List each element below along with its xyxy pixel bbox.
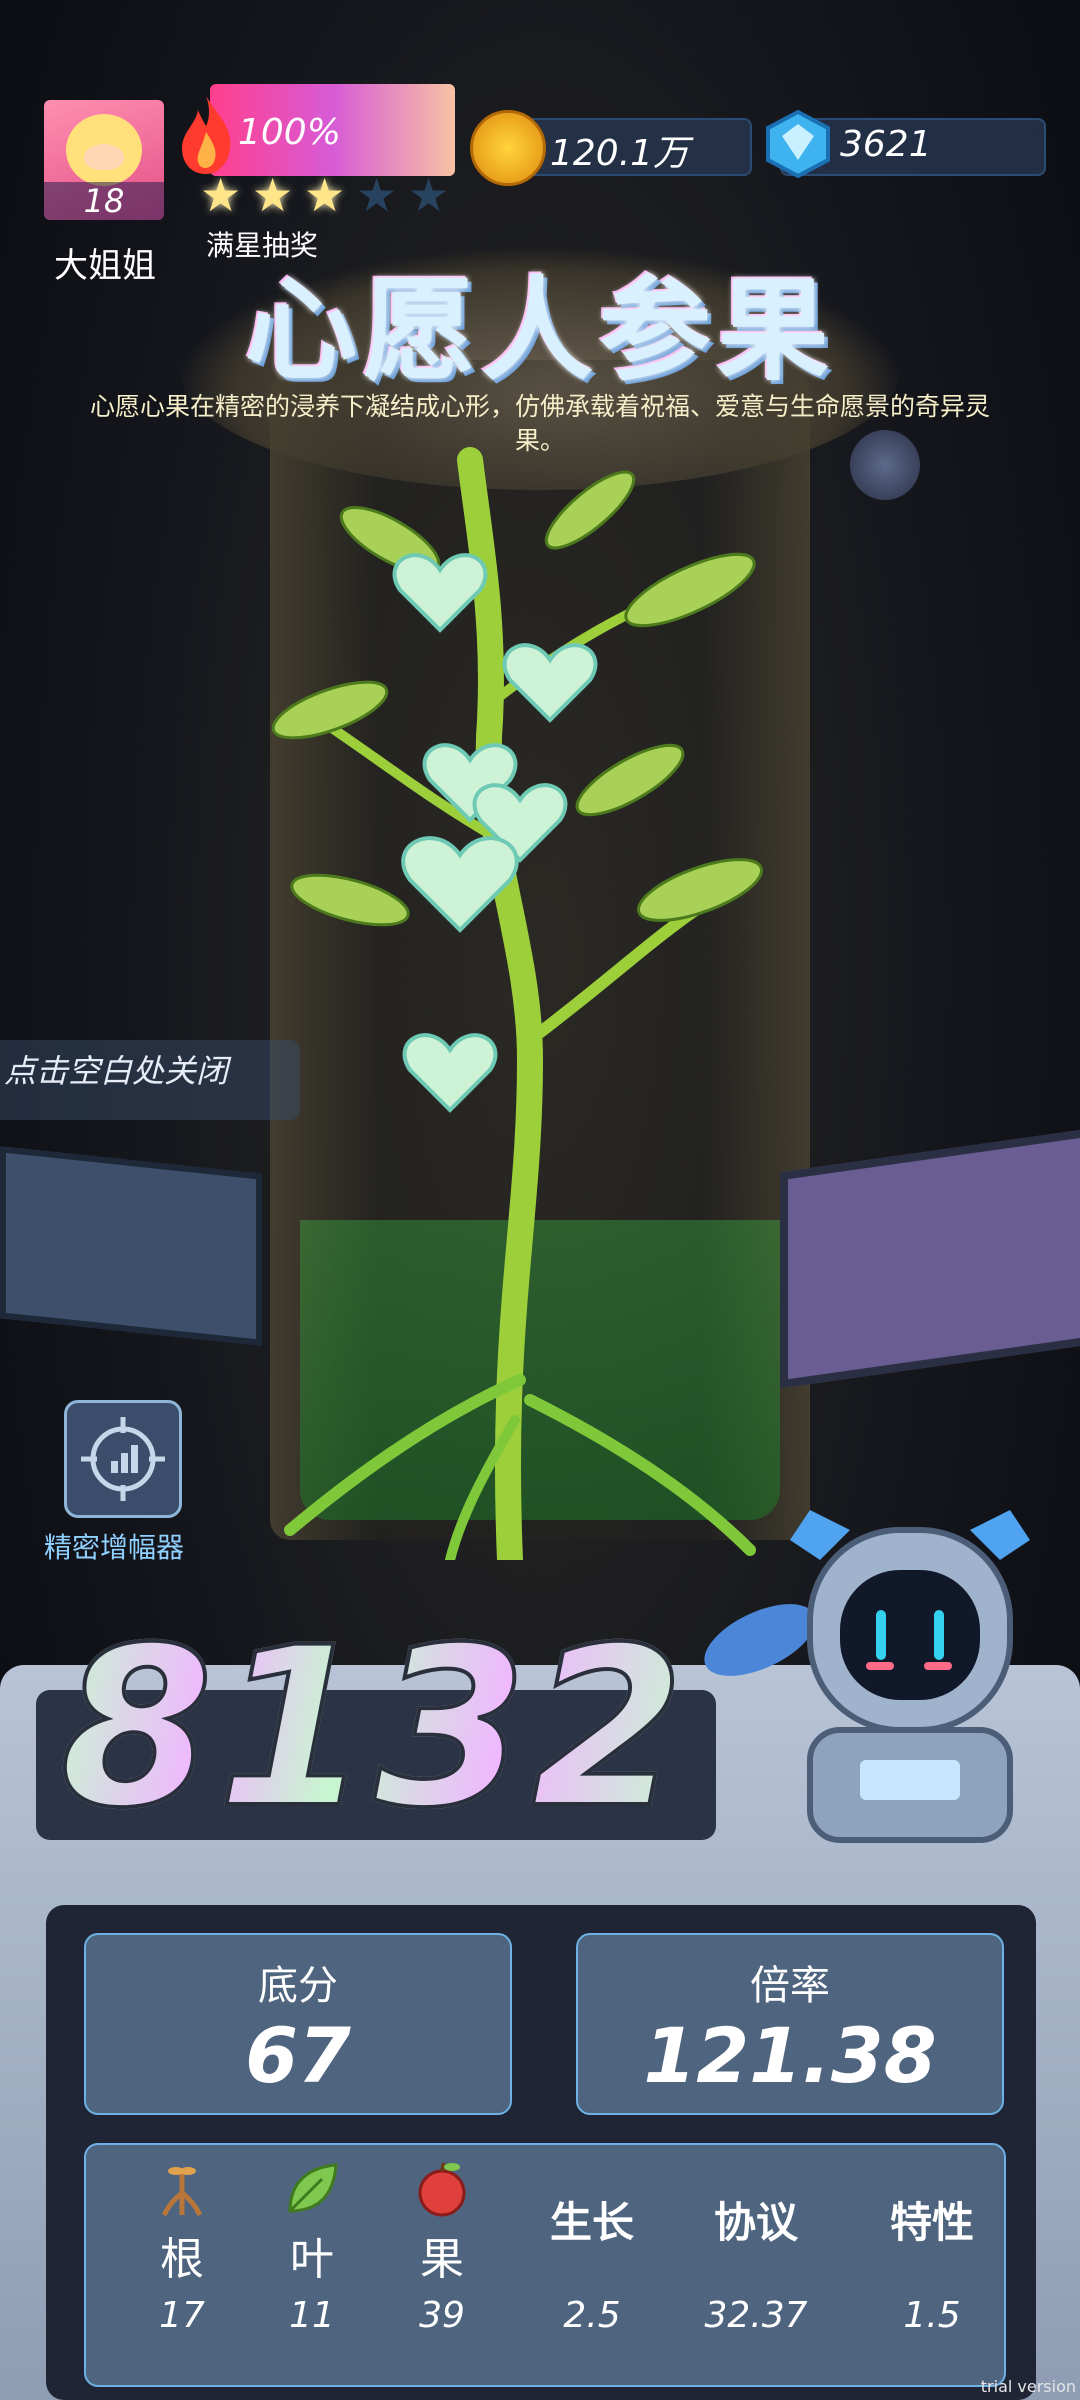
close-hint-text: 点击空白处关闭 (4, 1052, 229, 1090)
attribute-label: 根 (160, 2234, 204, 2285)
player-avatar[interactable]: 18 (44, 100, 164, 220)
star-icon: ★ (200, 168, 242, 222)
item-description: 心愿心果在精密的浸养下凝结成心形，仿佛承载着祝福、爱意与生命愿景的奇异灵果。 (90, 392, 991, 455)
total-score: 8132 (58, 1598, 689, 1858)
right-monitor (780, 1127, 1080, 1389)
base-score-box: 底分 67 (84, 1933, 512, 2115)
star-empty-icon: ★ (356, 168, 398, 222)
attribute-label: 叶 (290, 2234, 334, 2285)
star-icon: ★ (304, 168, 346, 222)
attribute-value: 32.37 (704, 2295, 808, 2336)
star-rating: ★ ★ ★ ★ ★ (200, 172, 454, 222)
multiplier-box: 倍率 121.38 (576, 1933, 1004, 2115)
crosshair-chart-icon (81, 1417, 165, 1501)
precision-amplifier-label: 精密增幅器 (44, 1531, 185, 1564)
player-level: 18 (44, 182, 164, 220)
attribute-fruit: 果 39 (382, 2145, 502, 2385)
attribute-label: 生长 (549, 2198, 634, 2247)
gold-amount: 120.1万 (550, 133, 690, 174)
apple-icon (418, 2162, 466, 2217)
attribute-growth: 生长 2.5 (522, 2145, 662, 2385)
attribute-protocol: 协议 32.37 (686, 2145, 826, 2385)
energy-percent: 100% (238, 112, 341, 153)
star-icon: ★ (252, 168, 294, 222)
robot-mascot (704, 1510, 1030, 1843)
item-title: 心愿人参果 (245, 266, 835, 396)
attribute-root: 根 17 (122, 2145, 242, 2385)
attribute-label: 果 (420, 2234, 464, 2285)
star-empty-icon: ★ (408, 168, 450, 222)
attributes-box: 根 17 叶 11 果 39 生长 2.5 协议 32.37 特性 1.5 (84, 2143, 1006, 2387)
attribute-trait: 特性 1.5 (862, 2145, 1002, 2385)
root-icon (161, 2167, 203, 2217)
multiplier-value: 121.38 (643, 2011, 937, 2100)
attribute-value: 39 (419, 2295, 465, 2336)
attribute-value: 2.5 (563, 2295, 621, 2336)
attribute-leaf: 叶 11 (252, 2145, 372, 2385)
left-monitor (0, 1146, 262, 1346)
base-score-value: 67 (245, 2011, 351, 2100)
precision-amplifier-button[interactable] (64, 1400, 182, 1518)
avatar-face (66, 114, 142, 186)
trial-watermark: trial version (980, 2377, 1076, 2396)
attribute-label: 特性 (889, 2198, 974, 2247)
multiplier-label: 倍率 (750, 1963, 830, 2009)
gem-amount: 3621 (840, 124, 932, 165)
attribute-value: 1.5 (903, 2295, 961, 2336)
attribute-label: 协议 (713, 2198, 798, 2247)
ginseng-fruit-plant (271, 447, 764, 1560)
leaf-icon (288, 2163, 338, 2213)
gem-icon (766, 109, 830, 179)
attribute-value: 11 (289, 2295, 335, 2336)
base-score-label: 底分 (258, 1963, 338, 2009)
fire-icon (182, 96, 231, 174)
gold-coin-icon (470, 110, 546, 186)
attribute-value: 17 (159, 2295, 205, 2336)
